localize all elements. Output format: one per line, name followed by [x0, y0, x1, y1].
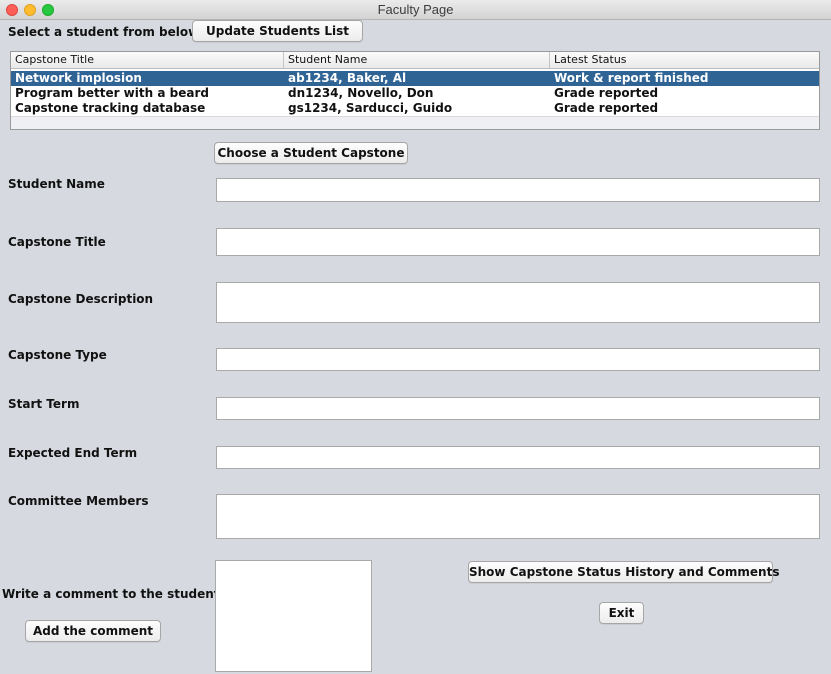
expected-end-term-field[interactable] — [216, 446, 820, 469]
capstone-description-label: Capstone Description — [8, 292, 154, 306]
committee-members-field[interactable] — [216, 494, 820, 539]
capstone-type-field[interactable] — [216, 348, 820, 371]
cell-latest-status: Grade reported — [554, 101, 659, 115]
students-table[interactable]: Capstone Title Student Name Latest Statu… — [10, 51, 820, 130]
committee-members-label: Committee Members — [8, 494, 149, 508]
table-header: Capstone Title Student Name Latest Statu… — [11, 52, 819, 69]
window-titlebar: Faculty Page — [0, 0, 831, 20]
cell-capstone-title: Program better with a beard — [15, 86, 209, 100]
comment-label: Write a comment to the student: — [2, 587, 225, 601]
capstone-type-label: Capstone Type — [8, 348, 107, 362]
select-student-label: Select a student from below: — [8, 25, 204, 39]
add-comment-button[interactable]: Add the comment — [25, 620, 161, 642]
capstone-title-label: Capstone Title — [8, 235, 106, 249]
table-row[interactable]: Capstone tracking database gs1234, Sardu… — [11, 101, 819, 116]
choose-student-capstone-button[interactable]: Choose a Student Capstone — [214, 142, 408, 164]
cell-capstone-title: Capstone tracking database — [15, 101, 206, 115]
update-students-list-button[interactable]: Update Students List — [192, 20, 363, 42]
table-row[interactable]: Program better with a beard dn1234, Nove… — [11, 86, 819, 101]
capstone-title-field[interactable] — [216, 228, 820, 256]
capstone-description-field[interactable] — [216, 282, 820, 323]
table-row[interactable]: Network implosion ab1234, Baker, Al Work… — [11, 71, 819, 86]
comment-textarea[interactable] — [215, 560, 372, 672]
column-header-latest-status[interactable]: Latest Status — [550, 52, 819, 68]
table-horizontal-scrollbar[interactable] — [11, 116, 819, 129]
student-name-field[interactable] — [216, 178, 820, 202]
show-status-history-button[interactable]: Show Capstone Status History and Comment… — [468, 561, 779, 583]
cell-latest-status: Work & report finished — [554, 71, 709, 85]
cell-student-name: dn1234, Novello, Don — [288, 86, 434, 100]
column-header-capstone-title[interactable]: Capstone Title — [11, 52, 284, 68]
start-term-field[interactable] — [216, 397, 820, 420]
cell-student-name: gs1234, Sarducci, Guido — [288, 101, 453, 115]
column-header-student-name[interactable]: Student Name — [284, 52, 550, 68]
cell-latest-status: Grade reported — [554, 86, 659, 100]
cell-student-name: ab1234, Baker, Al — [288, 71, 407, 85]
window-title: Faculty Page — [377, 2, 454, 17]
cell-capstone-title: Network implosion — [15, 71, 142, 85]
start-term-label: Start Term — [8, 397, 80, 411]
exit-button[interactable]: Exit — [599, 602, 644, 624]
expected-end-term-label: Expected End Term — [8, 446, 138, 460]
student-name-label: Student Name — [8, 177, 105, 191]
